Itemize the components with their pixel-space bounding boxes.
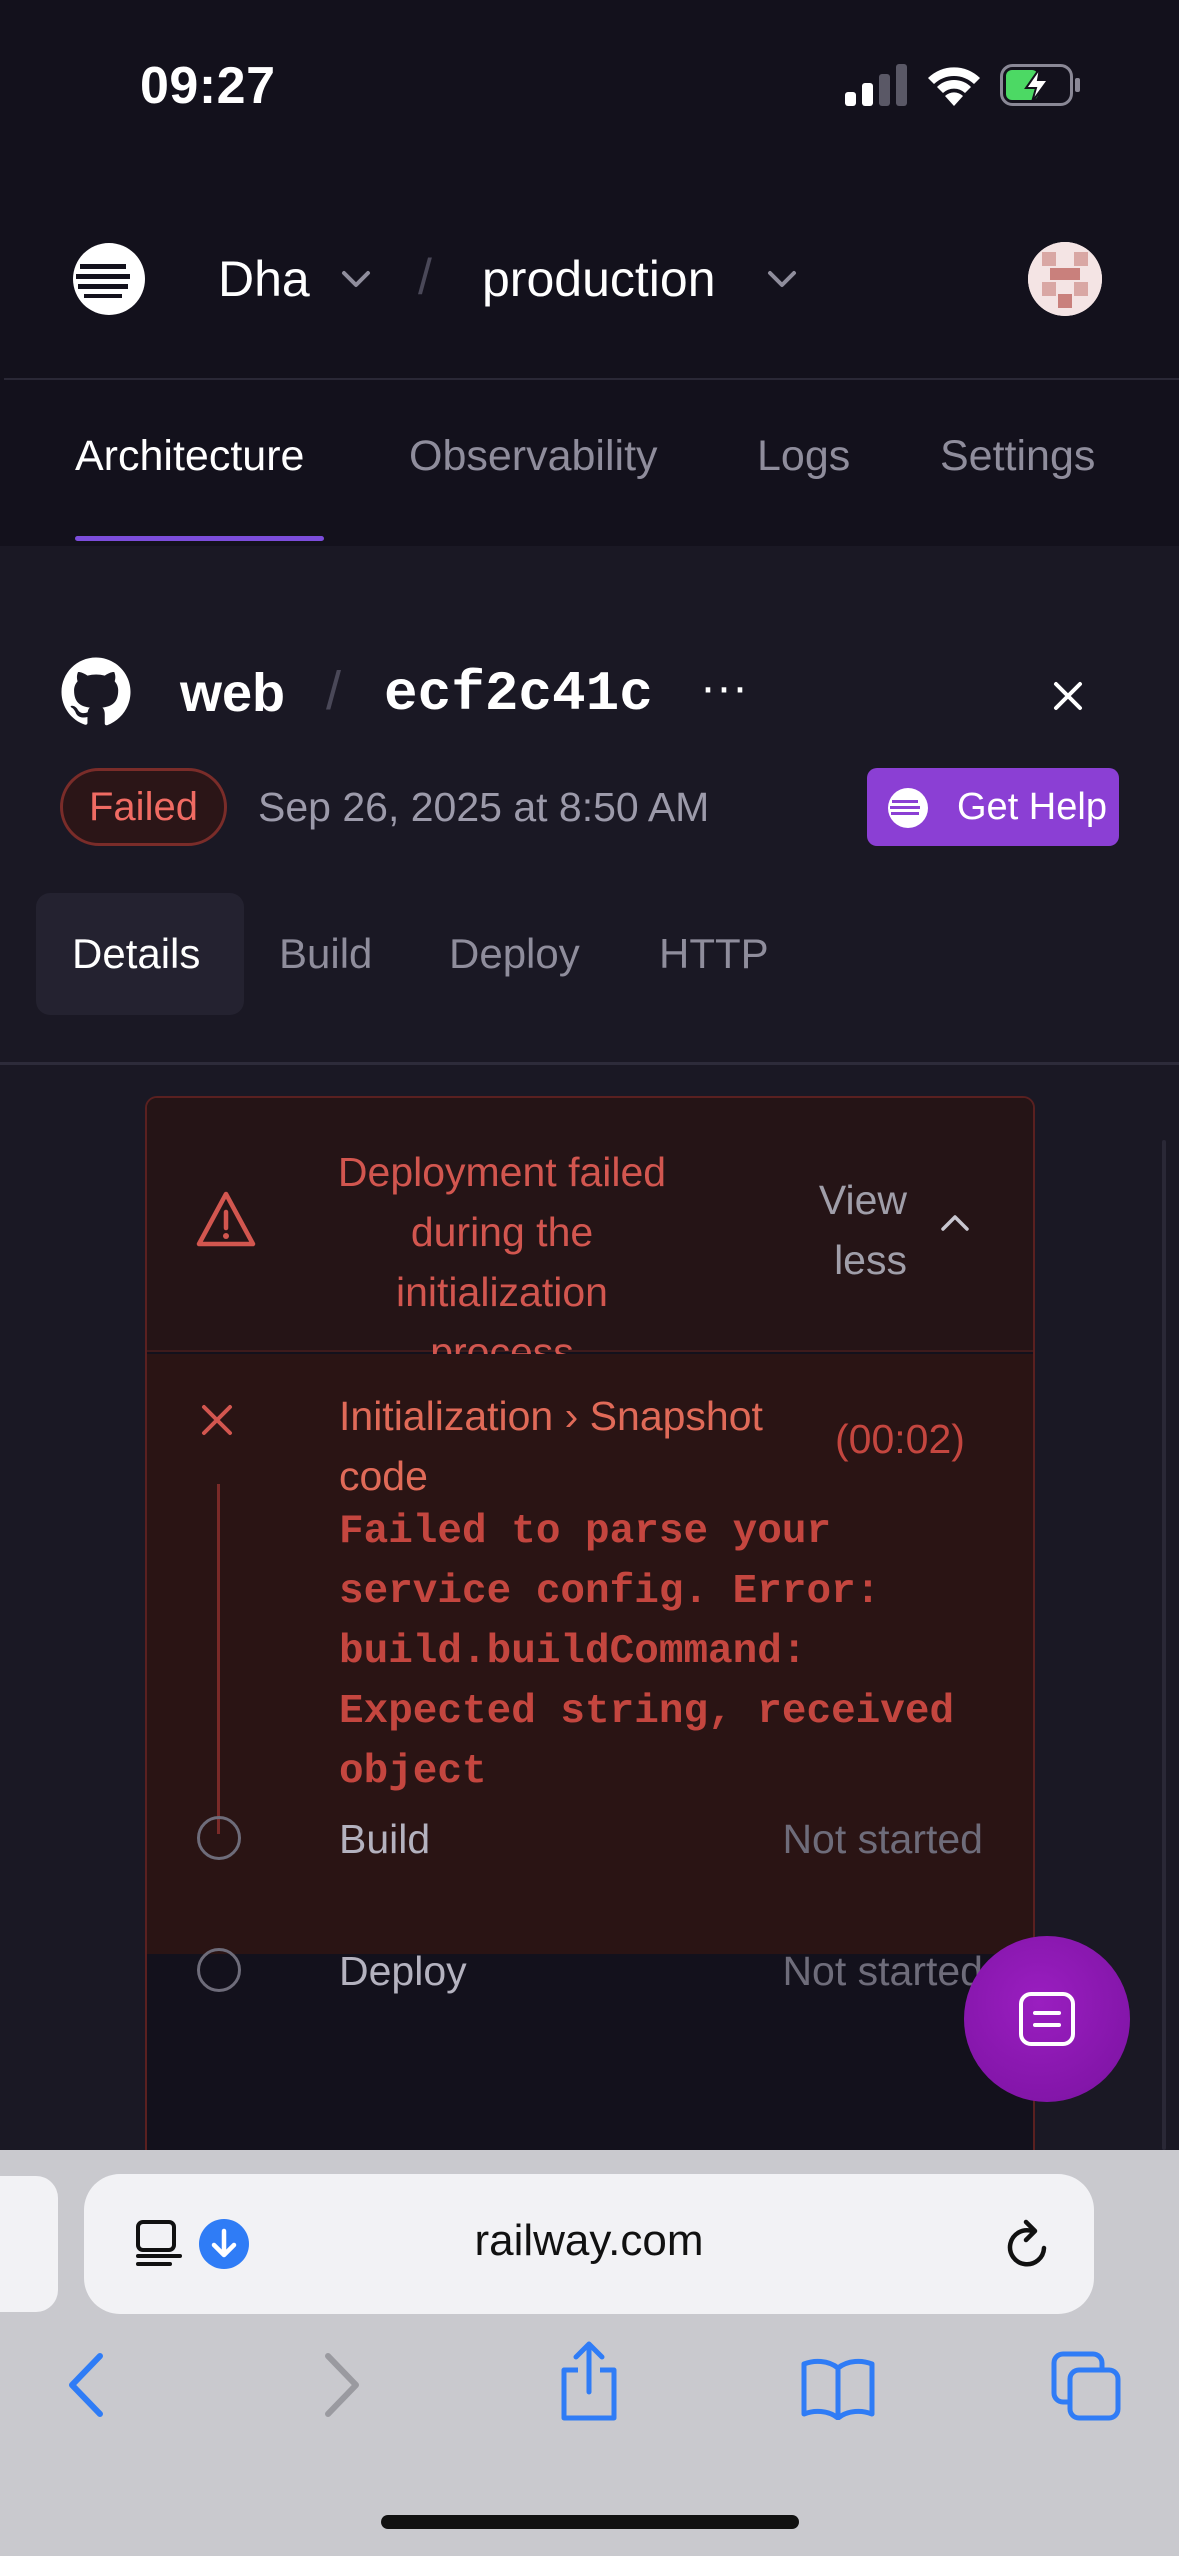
tab-http[interactable]: HTTP bbox=[659, 930, 769, 978]
tab-observability[interactable]: Observability bbox=[409, 432, 658, 481]
tab-settings[interactable]: Settings bbox=[940, 432, 1095, 481]
step-status-build: Not started bbox=[782, 1816, 983, 1862]
breadcrumb-separator: / bbox=[326, 661, 342, 721]
step-title[interactable]: Initialization › Snapshot code bbox=[339, 1386, 859, 1506]
failed-step-section: Initialization › Snapshot code (00:02) F… bbox=[147, 1354, 1033, 1954]
header-divider bbox=[4, 378, 1179, 380]
github-icon bbox=[61, 657, 131, 726]
back-icon[interactable] bbox=[64, 2350, 108, 2420]
cellular-signal-icon bbox=[845, 64, 907, 106]
forward-icon[interactable] bbox=[320, 2350, 364, 2420]
chevron-down-icon[interactable] bbox=[762, 264, 802, 294]
step-error-output: Failed to parse your service config. Err… bbox=[339, 1509, 955, 1795]
url-text[interactable]: railway.com bbox=[84, 2216, 1094, 2266]
tab-architecture[interactable]: Architecture bbox=[75, 432, 304, 481]
step-label-build: Build bbox=[339, 1816, 431, 1862]
tab-details[interactable]: Details bbox=[72, 930, 200, 978]
railway-logo-icon bbox=[888, 788, 928, 828]
tabs-icon[interactable] bbox=[1050, 2350, 1122, 2422]
document-icon bbox=[1019, 1992, 1075, 2046]
error-message: Deployment failed during the initializat… bbox=[337, 1149, 667, 1375]
subtab-divider bbox=[0, 1062, 1179, 1065]
step-pending-icon bbox=[197, 1816, 241, 1860]
error-card-header: Deployment failed during the initializat… bbox=[147, 1098, 1033, 1375]
reload-icon[interactable] bbox=[1002, 2216, 1054, 2272]
tab-deploy[interactable]: Deploy bbox=[449, 930, 580, 978]
step-status-deploy: Not started bbox=[782, 1948, 983, 1994]
railway-logo-icon[interactable] bbox=[72, 242, 146, 316]
chevron-up-icon[interactable] bbox=[937, 1210, 973, 1234]
chevron-down-icon[interactable] bbox=[336, 264, 376, 294]
step-duration: (00:02) bbox=[835, 1416, 965, 1462]
tab-build[interactable]: Build bbox=[279, 930, 372, 978]
wifi-icon bbox=[928, 67, 980, 106]
close-icon[interactable] bbox=[1042, 670, 1094, 722]
view-less-toggle[interactable]: View less bbox=[787, 1170, 907, 1290]
service-name[interactable]: web bbox=[180, 662, 285, 724]
warning-icon bbox=[196, 1191, 256, 1247]
status-badge: Failed bbox=[60, 768, 227, 846]
environment-name[interactable]: production bbox=[482, 250, 716, 308]
breadcrumb-separator: / bbox=[418, 249, 432, 305]
home-indicator[interactable] bbox=[381, 2515, 799, 2529]
failed-x-icon bbox=[202, 1405, 232, 1435]
tab-logs[interactable]: Logs bbox=[757, 432, 850, 481]
avatar[interactable] bbox=[1028, 242, 1102, 316]
status-time: 09:27 bbox=[140, 57, 276, 115]
step-label-deploy: Deploy bbox=[339, 1948, 467, 1994]
deployment-timestamp: Sep 26, 2025 at 8:50 AM bbox=[258, 784, 710, 830]
scrollbar[interactable] bbox=[1162, 1140, 1166, 2150]
active-tab-indicator bbox=[75, 536, 324, 541]
step-pending-icon bbox=[197, 1948, 241, 1992]
bookmarks-icon[interactable] bbox=[800, 2356, 876, 2420]
deployment-error-card: Deployment failed during the initializat… bbox=[145, 1096, 1035, 2196]
share-icon[interactable] bbox=[556, 2340, 622, 2422]
battery-charging-icon bbox=[1000, 64, 1080, 106]
previous-tab-preview[interactable] bbox=[0, 2176, 58, 2312]
commit-hash[interactable]: ecf2c41c bbox=[384, 662, 653, 726]
more-options-button[interactable]: ··· bbox=[700, 664, 752, 720]
timeline-line bbox=[217, 1484, 220, 1834]
project-name[interactable]: Dha bbox=[218, 250, 310, 308]
